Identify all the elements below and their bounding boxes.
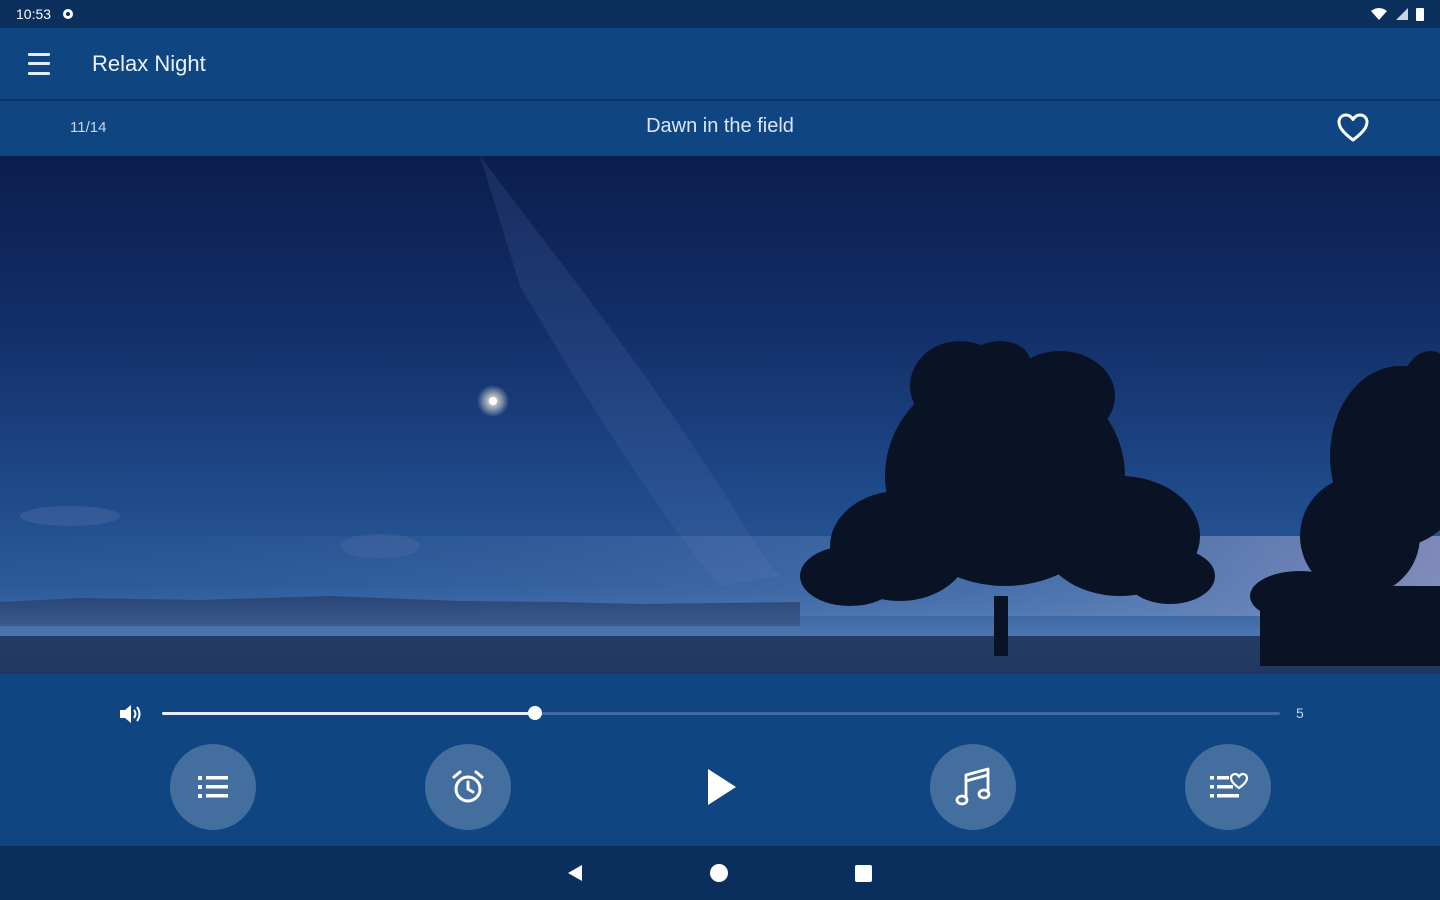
player-controls: 5	[0, 674, 1440, 846]
night-field-illustration	[0, 156, 1440, 674]
home-circle-icon[interactable]	[710, 864, 728, 882]
volume-slider-fill	[162, 712, 536, 715]
hamburger-menu-icon[interactable]	[28, 52, 54, 75]
signal-icon	[1396, 8, 1408, 20]
play-icon	[708, 769, 736, 805]
battery-icon	[1416, 8, 1424, 21]
track-header: 11/14 Dawn in the field	[0, 100, 1440, 156]
background-image	[0, 156, 1440, 674]
favorites-list-button[interactable]	[1185, 744, 1271, 830]
recent-square-icon[interactable]	[855, 865, 872, 882]
status-bar: 10:53	[0, 0, 1440, 28]
back-triangle-icon[interactable]	[566, 864, 584, 882]
alarm-clock-icon	[452, 770, 484, 803]
play-button[interactable]	[678, 744, 764, 830]
playlist-button[interactable]	[170, 744, 256, 830]
volume-slider-thumb[interactable]	[528, 706, 543, 720]
volume-value: 5	[1296, 705, 1304, 721]
app-bar: Relax Night	[0, 28, 1440, 100]
volume-icon[interactable]	[118, 702, 144, 726]
music-note-icon	[955, 767, 991, 806]
status-left: 10:53	[16, 6, 75, 22]
status-right	[1370, 7, 1424, 21]
app-title: Relax Night	[92, 50, 206, 76]
list-icon	[198, 776, 228, 798]
track-title: Dawn in the field	[646, 115, 794, 137]
status-time: 10:53	[16, 6, 52, 22]
volume-slider[interactable]	[162, 706, 1280, 720]
system-nav-bar	[0, 846, 1440, 900]
settings-icon	[63, 9, 74, 19]
wifi-icon	[1371, 8, 1387, 20]
favorite-list-icon	[1210, 772, 1248, 798]
timer-button[interactable]	[425, 744, 511, 830]
music-button[interactable]	[930, 744, 1016, 830]
heart-outline-icon[interactable]	[1336, 112, 1370, 144]
